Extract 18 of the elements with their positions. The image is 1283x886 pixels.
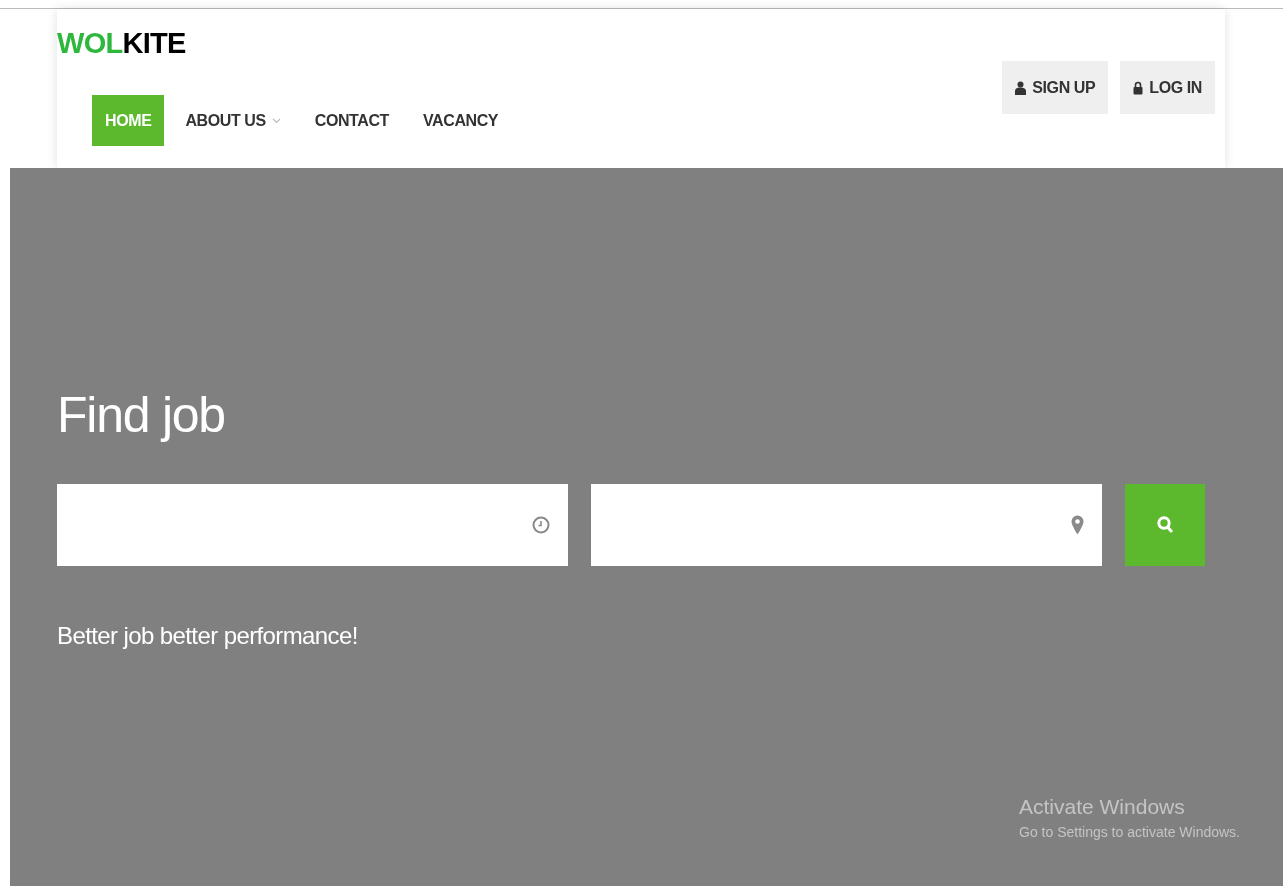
login-button[interactable]: LOG IN — [1120, 61, 1215, 114]
location-field[interactable] — [591, 484, 1102, 566]
lock-icon — [1133, 80, 1144, 95]
clock-icon — [532, 516, 550, 534]
tagline: Better job better performance! — [57, 621, 358, 651]
search-button[interactable] — [1125, 484, 1205, 566]
logo[interactable]: WOLKITE — [57, 29, 186, 58]
hero-title: Find job — [57, 390, 225, 440]
user-icon — [1015, 80, 1027, 95]
search-icon — [1156, 516, 1174, 534]
nav-link[interactable]: ABOUT US — [172, 95, 294, 146]
time-field[interactable] — [57, 484, 568, 566]
notice-title: Activate Windows — [1019, 794, 1185, 820]
signup-button[interactable]: SIGN UP — [1002, 61, 1109, 114]
location-pin-icon — [1071, 515, 1084, 535]
nav-link[interactable]: VACANCY — [410, 95, 512, 146]
notice-text: Go to Settings to activate Windows. — [1019, 823, 1240, 843]
nav-link[interactable]: CONTACT — [301, 95, 402, 146]
